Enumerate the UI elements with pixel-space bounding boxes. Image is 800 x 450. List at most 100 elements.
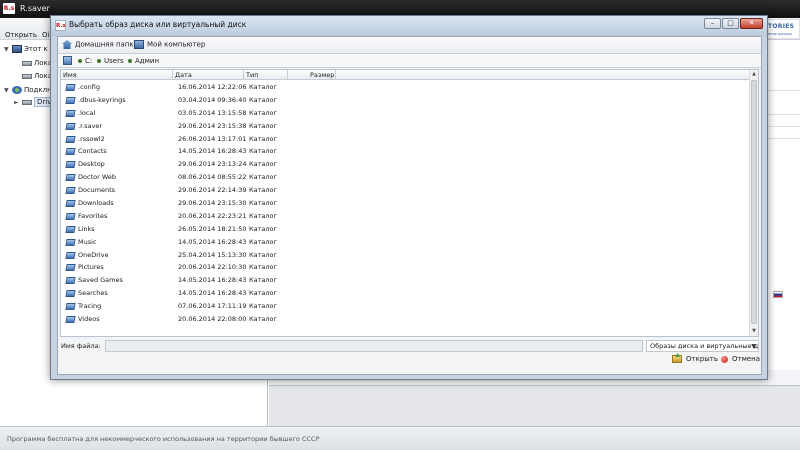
breadcrumb-item-users[interactable]: Users xyxy=(97,57,124,65)
cancel-button[interactable]: Отмена xyxy=(721,355,760,369)
file-name: Favorites xyxy=(78,211,108,220)
computer-icon xyxy=(134,40,144,49)
language-flag-icon[interactable] xyxy=(773,291,783,298)
filetype-select[interactable]: Образы диска и виртуальные ди ▼ xyxy=(646,340,759,352)
file-row[interactable]: Links 26.05.2014 18:21:50 Каталог xyxy=(61,223,749,236)
file-date: 03.05.2014 13:15:58 xyxy=(178,108,247,117)
file-name: Downloads xyxy=(78,199,114,208)
home-folder-label: Домашняя папка xyxy=(75,40,138,49)
file-date: 29.06.2014 22:14:39 xyxy=(178,186,247,195)
folder-icon xyxy=(65,225,76,233)
divider xyxy=(766,90,800,91)
dialog-titlebar[interactable]: R.s Выбрать образ диска или виртуальный … xyxy=(51,16,767,36)
filename-label: Имя файла: xyxy=(61,342,101,350)
folder-icon xyxy=(65,212,76,220)
bullet-icon xyxy=(97,59,101,63)
breadcrumb-item-admin[interactable]: Админ xyxy=(128,57,159,65)
file-date: 29.06.2014 23:15:30 xyxy=(178,199,247,208)
scroll-down-icon[interactable]: ▼ xyxy=(750,327,758,336)
menu-button[interactable]: Оі xyxy=(42,31,49,39)
expand-icon[interactable]: ► xyxy=(14,99,22,106)
file-row[interactable]: Pictures 20.06.2014 22:10:30 Каталог xyxy=(61,261,749,274)
file-date: 26.05.2014 18:21:50 xyxy=(178,224,247,233)
file-type: Каталог xyxy=(249,250,277,259)
folder-icon xyxy=(65,109,76,117)
vertical-scrollbar[interactable]: ▲ ▼ xyxy=(749,70,758,336)
folder-icon xyxy=(65,316,76,324)
scroll-up-icon[interactable]: ▲ xyxy=(750,70,758,79)
chevron-down-icon[interactable]: ▼ xyxy=(751,341,756,351)
open-button-label: Открыть xyxy=(686,355,718,363)
drive-icon xyxy=(22,60,32,66)
expand-icon[interactable]: ▼ xyxy=(4,46,12,53)
app-title: R.saver xyxy=(20,4,50,13)
folder-icon xyxy=(65,122,76,130)
file-row[interactable]: Videos 20.06.2014 22:08:00 Каталог xyxy=(61,313,749,326)
file-name: Pictures xyxy=(78,263,104,272)
file-name: Searches xyxy=(78,289,108,298)
file-name: Links xyxy=(78,224,95,233)
file-row[interactable]: .local 03.05.2014 13:15:58 Каталог xyxy=(61,107,749,120)
tree-item-connected[interactable]: ▼ Подклн xyxy=(4,86,52,94)
home-folder-button[interactable]: Домашняя папка xyxy=(62,40,138,49)
file-row[interactable]: Searches 14.05.2014 16:28:43 Каталог xyxy=(61,287,749,300)
file-row[interactable]: .dbus-keyrings 03.04.2014 09:36:40 Каталог xyxy=(61,94,749,107)
expand-icon[interactable]: ▼ xyxy=(4,87,12,94)
folder-icon xyxy=(65,135,76,143)
file-row[interactable]: Tracing 07.06.2014 17:11:19 Каталог xyxy=(61,300,749,313)
file-row[interactable]: Documents 29.06.2014 22:14:39 Каталог xyxy=(61,184,749,197)
folder-icon xyxy=(65,264,76,272)
column-header-name[interactable]: Имя xyxy=(61,70,173,80)
folder-up-icon[interactable] xyxy=(63,56,72,65)
file-row[interactable]: Contacts 14.05.2014 16:28:43 Каталог xyxy=(61,145,749,158)
open-image-dialog: R.s Выбрать образ диска или виртуальный … xyxy=(50,15,768,380)
minimize-button[interactable]: – xyxy=(704,18,721,29)
breadcrumb: C: Users Админ xyxy=(58,54,761,68)
maximize-button[interactable]: □ xyxy=(722,18,739,29)
file-row[interactable]: Downloads 29.06.2014 23:15:30 Каталог xyxy=(61,197,749,210)
file-date: 29.06.2014 23:15:38 xyxy=(178,121,247,130)
file-type: Каталог xyxy=(249,121,277,130)
file-row[interactable]: Doctor Web 08.06.2014 08:55:22 Каталог xyxy=(61,171,749,184)
my-computer-label: Мой компьютер xyxy=(147,40,206,49)
file-row[interactable]: Music 14.05.2014 16:28:43 Каталог xyxy=(61,236,749,249)
file-row[interactable]: .rssowl2 26.06.2014 13:17:01 Каталог xyxy=(61,133,749,146)
folder-icon xyxy=(65,277,76,285)
close-button[interactable]: ✕ xyxy=(740,18,763,29)
file-row[interactable]: OneDrive 25.04.2014 15:13:30 Каталог xyxy=(61,249,749,262)
scroll-thumb[interactable] xyxy=(751,80,757,324)
open-menu-button[interactable]: Открыть xyxy=(5,31,37,39)
column-header-size[interactable]: Размер xyxy=(288,70,336,80)
file-type: Каталог xyxy=(249,173,277,182)
breadcrumb-item-c[interactable]: C: xyxy=(78,57,92,65)
column-header-type[interactable]: Тип xyxy=(244,70,288,80)
file-type: Каталог xyxy=(249,302,277,311)
file-name: Doctor Web xyxy=(78,173,116,182)
file-type: Каталог xyxy=(249,315,277,324)
file-row[interactable]: Favorites 20.06.2014 22:23:21 Каталог xyxy=(61,210,749,223)
file-type: Каталог xyxy=(249,134,277,143)
file-row[interactable]: Desktop 29.06.2014 23:13:24 Каталог xyxy=(61,158,749,171)
file-row[interactable]: Saved Games 14.05.2014 16:28:43 Каталог xyxy=(61,274,749,287)
column-header-date[interactable]: Дата xyxy=(173,70,244,80)
file-name: .dbus-keyrings xyxy=(78,95,126,104)
file-date: 26.06.2014 13:17:01 xyxy=(178,134,247,143)
file-row[interactable]: .r.saver 29.06.2014 23:15:38 Каталог xyxy=(61,120,749,133)
file-row[interactable]: .config 16.06.2014 12:22:06 Каталог xyxy=(61,81,749,94)
file-date: 14.05.2014 16:28:43 xyxy=(178,237,247,246)
folder-icon xyxy=(65,148,76,156)
tree-item-local-disk[interactable]: Лока xyxy=(14,72,52,80)
file-name: .rssowl2 xyxy=(78,134,105,143)
file-name: .config xyxy=(78,83,100,91)
my-computer-button[interactable]: Мой компьютер xyxy=(134,40,205,49)
tree-item-local-disk[interactable]: Лока xyxy=(14,59,52,67)
file-name: Desktop xyxy=(78,160,105,169)
app-icon: R.s xyxy=(3,3,15,14)
file-list[interactable]: Имя Дата Тип Размер .config 16.06.2014 12… xyxy=(60,69,759,337)
divider xyxy=(766,138,800,139)
tree-item-this-computer[interactable]: ▼ Этот к xyxy=(4,45,48,53)
filename-input[interactable] xyxy=(105,340,643,352)
file-name: Tracing xyxy=(78,302,102,311)
drive-icon xyxy=(22,73,32,79)
open-button[interactable]: Открыть xyxy=(672,355,718,369)
